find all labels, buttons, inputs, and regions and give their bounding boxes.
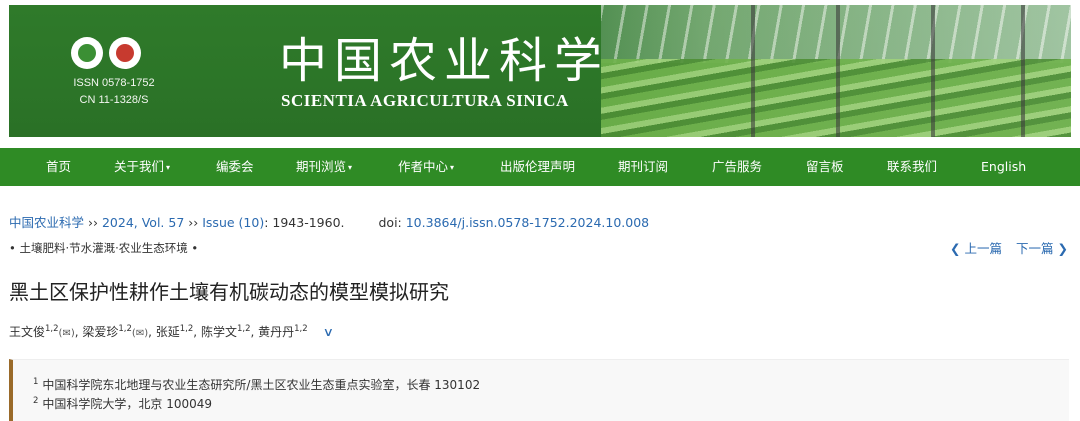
article-title: 黑土区保护性耕作土壤有机碳动态的模型模拟研究 — [9, 280, 449, 304]
nav-ethics[interactable]: 出版伦理声明 — [500, 148, 575, 186]
expand-authors-icon[interactable]: ∨ — [322, 325, 333, 339]
affiliations-box: 1 中国科学院东北地理与农业生态研究所/黑土区农业生态重点实验室，长春 13010… — [9, 359, 1069, 421]
nav-message-board[interactable]: 留言板 — [806, 148, 844, 186]
breadcrumb-issue-link[interactable]: Issue (10) — [202, 215, 264, 230]
breadcrumb-volume-link[interactable]: 2024, Vol. 57 — [102, 215, 184, 230]
nav-about[interactable]: 关于我们 ▾ — [114, 148, 170, 186]
issn-info: ISSN 0578-1752 CN 11-1328/S — [59, 75, 169, 109]
author-name[interactable]: 黄丹丹 — [258, 325, 294, 339]
affiliation-item: 1 中国科学院东北地理与农业生态研究所/黑土区农业生态重点实验室，长春 13010… — [33, 377, 481, 392]
breadcrumb-separator: ›› — [84, 215, 102, 230]
caas-logo-icon — [71, 37, 103, 69]
doi-label: doi: — [378, 215, 406, 230]
nav-advertising[interactable]: 广告服务 — [712, 148, 762, 186]
greenhouse-photo — [601, 5, 1071, 137]
nav-author-center[interactable]: 作者中心 ▾ — [398, 148, 454, 186]
prev-article-link[interactable]: ❮ 上一篇 — [950, 241, 1002, 256]
journal-title-cn: 中国农业科学 — [279, 33, 610, 89]
author-name[interactable]: 张延 — [156, 325, 180, 339]
next-article-link[interactable]: 下一篇 ❯ — [1016, 241, 1068, 256]
nav-english[interactable]: English — [981, 148, 1026, 186]
affiliation-item: 2 中国科学院大学，北京 100049 — [33, 396, 213, 411]
society-logo-icon — [109, 37, 141, 69]
email-icon[interactable]: (✉) — [132, 328, 148, 339]
journal-title-en: SCIENTIA AGRICULTURA SINICA — [281, 91, 569, 110]
nav-editorial-board[interactable]: 编委会 — [216, 148, 254, 186]
article-pager: ❮ 上一篇 下一篇 ❯ — [950, 238, 1068, 257]
chevron-down-icon: ▾ — [450, 163, 455, 172]
email-icon[interactable]: (✉) — [59, 328, 75, 339]
chevron-down-icon: ▾ — [166, 163, 171, 172]
chevron-left-icon: ❮ — [950, 241, 961, 256]
article-category: • 土壤肥料·节水灌溉·农业生态环境 • — [9, 241, 199, 255]
journal-logos — [71, 37, 141, 69]
author-name[interactable]: 陈学文 — [201, 325, 237, 339]
journal-banner: ISSN 0578-1752 CN 11-1328/S 中国农业科学 SCIEN… — [9, 5, 1071, 137]
chevron-down-icon: ▾ — [348, 163, 353, 172]
nav-subscription[interactable]: 期刊订阅 — [618, 148, 668, 186]
nav-home[interactable]: 首页 — [46, 148, 71, 186]
chevron-right-icon: ❯ — [1057, 241, 1068, 256]
breadcrumb-journal-link[interactable]: 中国农业科学 — [9, 215, 84, 230]
breadcrumb-separator: ›› — [184, 215, 203, 230]
author-list: 王文俊1,2(✉), 梁爱珍1,2(✉), 张延1,2, 陈学文1,2, 黄丹丹… — [9, 324, 334, 339]
nav-browse[interactable]: 期刊浏览 ▾ — [296, 148, 352, 186]
issn-number: ISSN 0578-1752 — [73, 77, 155, 89]
cn-number: CN 11-1328/S — [79, 94, 149, 106]
breadcrumb: 中国农业科学 ›› 2024, Vol. 57 ›› Issue (10): 1… — [9, 212, 649, 231]
author-name[interactable]: 王文俊 — [9, 325, 45, 339]
page-range: : 1943-1960. — [264, 215, 345, 230]
nav-contact[interactable]: 联系我们 — [887, 148, 937, 186]
doi-link[interactable]: 10.3864/j.issn.0578-1752.2024.10.008 — [406, 215, 649, 230]
author-name[interactable]: 梁爱珍 — [82, 325, 118, 339]
main-nav: 首页 关于我们 ▾ 编委会 期刊浏览 ▾ 作者中心 ▾ 出版伦理声明 期刊订阅 广告服… — [0, 148, 1080, 186]
